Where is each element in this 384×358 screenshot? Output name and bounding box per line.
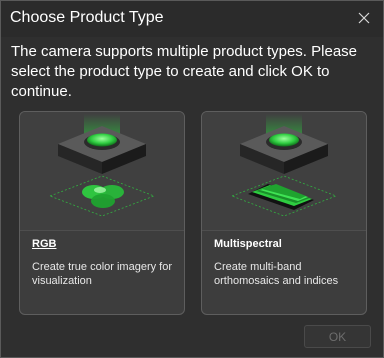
- title-bar: Choose Product Type: [1, 1, 383, 37]
- choose-product-type-dialog: Choose Product Type The camera supports …: [0, 0, 384, 358]
- product-card-multispectral[interactable]: Multispectral Create multi-band orthomos…: [201, 111, 367, 315]
- product-name-rgb: RGB: [32, 238, 57, 250]
- card-divider: [202, 230, 366, 231]
- product-card-rgb[interactable]: RGB Create true color imagery for visual…: [19, 111, 185, 315]
- rgb-camera-icon: [20, 112, 184, 230]
- product-description-multispectral: Create multi-band orthomosaics and indic…: [214, 261, 339, 287]
- dialog-title: Choose Product Type: [10, 9, 164, 26]
- close-icon: [358, 12, 370, 24]
- close-button[interactable]: [353, 7, 375, 29]
- dialog-message: The camera supports multiple product typ…: [11, 43, 358, 100]
- product-description-rgb: Create true color imagery for visualizat…: [32, 261, 172, 287]
- card-divider: [20, 230, 184, 231]
- multispectral-camera-icon: [202, 112, 366, 230]
- ok-button[interactable]: OK: [304, 325, 371, 348]
- product-name-multispectral: Multispectral: [214, 238, 282, 250]
